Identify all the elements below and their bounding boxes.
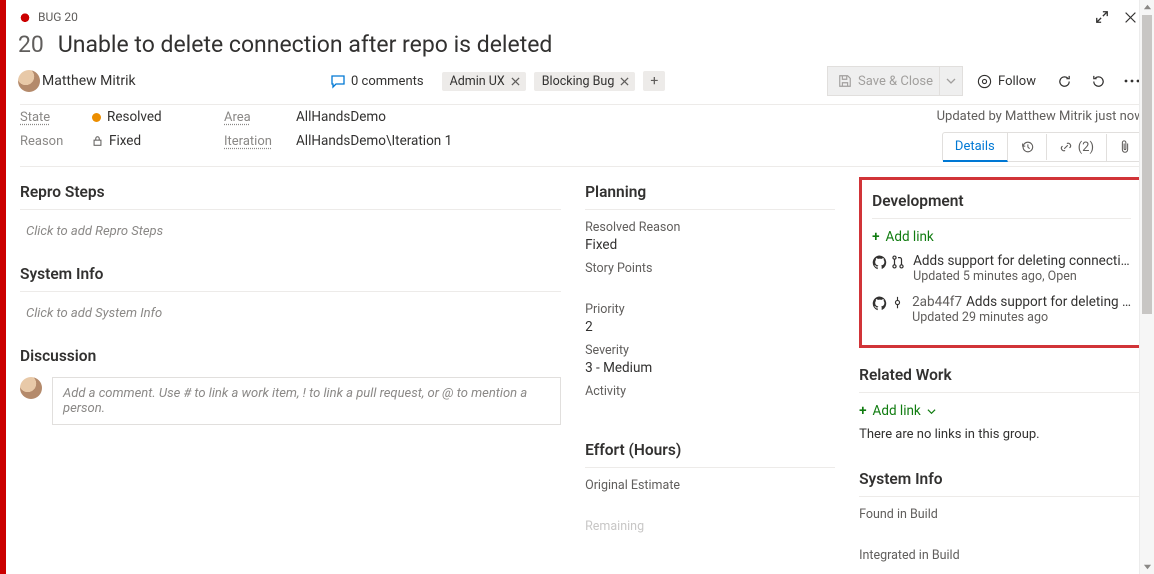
- tab-details[interactable]: Details: [943, 133, 1008, 162]
- scrollbar[interactable]: [1139, 0, 1154, 574]
- add-tag-button[interactable]: +: [643, 71, 665, 91]
- severity-value[interactable]: 3 - Medium: [585, 360, 835, 376]
- chevron-down-icon[interactable]: [939, 67, 956, 95]
- dev-item-title: Adds support for deleting connecti…: [913, 253, 1131, 269]
- repro-steps-title: Repro Steps: [20, 177, 561, 210]
- iteration-field[interactable]: AllHandsDemo\Iteration 1: [296, 133, 452, 149]
- pull-request-icon: [891, 255, 905, 269]
- priority-value[interactable]: 2: [585, 319, 835, 335]
- refresh-icon[interactable]: [1050, 67, 1078, 95]
- save-icon: [838, 74, 852, 88]
- dev-item-subtitle: Updated 29 minutes ago: [912, 310, 1131, 325]
- area-field[interactable]: AllHandsDemo: [296, 109, 386, 125]
- state-label: State: [20, 110, 80, 125]
- github-icon: [872, 296, 887, 311]
- dev-item-pr[interactable]: Adds support for deleting connecti… Upda…: [872, 253, 1131, 284]
- repro-steps-field[interactable]: Click to add Repro Steps: [20, 220, 561, 259]
- priority-label: Priority: [585, 302, 835, 317]
- tag-remove-icon[interactable]: [511, 77, 520, 86]
- system-info-field[interactable]: Click to add System Info: [20, 302, 561, 341]
- tab-attachments[interactable]: [1107, 134, 1143, 160]
- system-info-title: System Info: [20, 259, 561, 292]
- activity-label[interactable]: Activity: [585, 384, 835, 399]
- area-label: Area: [224, 110, 284, 125]
- github-icon: [872, 255, 887, 270]
- effort-title: Effort (Hours): [585, 435, 835, 468]
- work-item-type-label: BUG 20: [38, 10, 78, 24]
- scroll-up-icon[interactable]: [1140, 0, 1154, 15]
- assignee-picker[interactable]: Matthew Mitrik: [18, 70, 318, 92]
- lock-icon: [92, 135, 103, 147]
- resolved-reason-value[interactable]: Fixed: [585, 237, 835, 253]
- scrollbar-track[interactable]: [1140, 15, 1154, 559]
- iteration-label: Iteration: [224, 134, 284, 149]
- work-item-id: 20: [18, 31, 44, 58]
- commit-icon: [891, 296, 904, 309]
- tab-history[interactable]: [1008, 134, 1047, 160]
- tag-admin-ux[interactable]: Admin UX: [442, 72, 526, 91]
- integrated-in-build-label[interactable]: Integrated in Build: [859, 548, 1144, 563]
- development-section: Development + Add link: [859, 177, 1144, 348]
- remaining-label[interactable]: Remaining: [585, 519, 835, 534]
- right-system-info-title: System Info: [859, 464, 1144, 497]
- updated-by-text: Updated by Matthew Mitrik just now: [937, 109, 1144, 124]
- state-field[interactable]: Resolved: [92, 109, 162, 125]
- avatar: [18, 70, 40, 92]
- found-in-build-label[interactable]: Found in Build: [859, 507, 1144, 522]
- undo-icon[interactable]: [1084, 67, 1112, 95]
- development-title: Development: [872, 186, 1131, 219]
- tag-blocking-bug[interactable]: Blocking Bug: [534, 72, 636, 91]
- planning-title: Planning: [585, 177, 835, 210]
- avatar: [20, 377, 42, 399]
- reason-label: Reason: [20, 134, 80, 149]
- dev-item-subtitle: Updated 5 minutes ago, Open: [913, 269, 1131, 284]
- attachment-icon: [1119, 140, 1131, 154]
- bug-icon: [18, 10, 32, 24]
- dev-item-title: 2ab44f7Adds support for deleting …: [912, 294, 1131, 310]
- plus-icon: +: [872, 229, 879, 245]
- save-and-close-button[interactable]: Save & Close: [827, 66, 963, 96]
- work-item-title[interactable]: Unable to delete connection after repo i…: [58, 31, 553, 58]
- add-related-link-button[interactable]: + Add link: [859, 403, 1144, 419]
- link-icon: [1059, 140, 1073, 154]
- scrollbar-thumb[interactable]: [1142, 15, 1152, 314]
- reason-field[interactable]: Fixed: [92, 133, 141, 149]
- story-points-label[interactable]: Story Points: [585, 261, 835, 276]
- severity-label: Severity: [585, 343, 835, 358]
- resolved-reason-label: Resolved Reason: [585, 220, 835, 235]
- add-dev-link-button[interactable]: + Add link: [872, 229, 1131, 245]
- maximize-icon[interactable]: [1088, 3, 1116, 31]
- comments-count[interactable]: 0 comments: [326, 73, 434, 89]
- tag-remove-icon[interactable]: [620, 77, 629, 86]
- original-estimate-label[interactable]: Original Estimate: [585, 478, 835, 493]
- dev-item-commit[interactable]: 2ab44f7Adds support for deleting … Updat…: [872, 294, 1131, 325]
- discussion-input[interactable]: Add a comment. Use # to link a work item…: [52, 377, 561, 425]
- watch-icon: [977, 74, 992, 89]
- follow-button[interactable]: Follow: [969, 74, 1044, 89]
- chevron-down-icon: [927, 407, 936, 416]
- related-work-title: Related Work: [859, 360, 1144, 393]
- no-links-text: There are no links in this group.: [859, 427, 1144, 442]
- tab-links[interactable]: (2): [1047, 134, 1107, 161]
- history-icon: [1020, 140, 1034, 154]
- tab-bar: Details (2): [942, 132, 1144, 162]
- scroll-down-icon[interactable]: [1140, 559, 1154, 574]
- assignee-name: Matthew Mitrik: [42, 73, 136, 89]
- state-dot-icon: [92, 113, 101, 122]
- plus-icon: +: [859, 403, 866, 419]
- discussion-title: Discussion: [20, 341, 561, 373]
